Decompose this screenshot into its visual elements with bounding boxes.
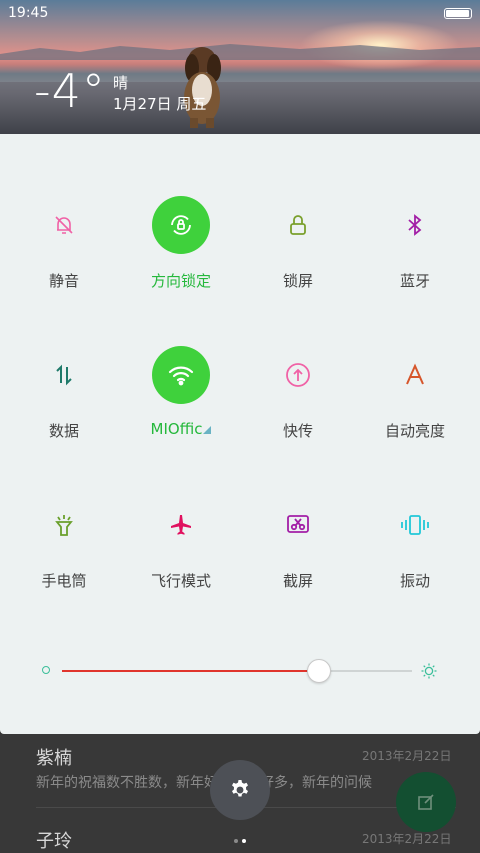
- gear-icon: [232, 780, 248, 797]
- weather-date: 1月27日 周五: [113, 95, 207, 113]
- toggle-label: 快传: [282, 422, 313, 440]
- dog-image: [184, 47, 221, 128]
- toggle-label: MIOffic: [121, 420, 241, 438]
- temperature: -4°: [34, 64, 106, 118]
- toggle-wifi[interactable]: MIOffic: [121, 334, 241, 454]
- toggle-airplane-mode[interactable]: 飞行模式: [121, 484, 241, 604]
- toggle-data[interactable]: 数据: [4, 334, 124, 454]
- rotation-lock-icon: [152, 196, 210, 254]
- bell-mute-icon: [35, 196, 93, 254]
- note-date: 2013年2月22日: [362, 749, 452, 763]
- edit-icon: [418, 794, 434, 810]
- toggle-label: 方向锁定: [150, 272, 211, 290]
- data-arrows-icon: [35, 346, 93, 404]
- auto-brightness-icon: [386, 346, 444, 404]
- note-title: 子玲: [36, 831, 72, 852]
- brightness-track[interactable]: [62, 659, 412, 683]
- toggle-label: 锁屏: [282, 272, 313, 290]
- battery-icon: [444, 8, 472, 19]
- settings-button[interactable]: [210, 760, 270, 820]
- brightness-low-icon: [42, 666, 50, 674]
- airplane-icon: [152, 496, 210, 554]
- vibrate-icon: [386, 496, 444, 554]
- toggle-bluetooth[interactable]: 蓝牙: [355, 184, 475, 304]
- mountains-silhouette: [0, 44, 480, 60]
- quick-settings-panel: 静音 方向锁定 锁屏 蓝牙 数据 MIOffic 快传 自动亮度 手电筒 飞行模…: [0, 134, 480, 734]
- toggle-screenshot[interactable]: 截屏: [238, 484, 358, 604]
- battery-level: [446, 10, 469, 17]
- screenshot-scissors-icon: [269, 496, 327, 554]
- toggle-rotation-lock[interactable]: 方向锁定: [121, 184, 241, 304]
- wifi-icon: [152, 346, 210, 404]
- new-note-button: [396, 772, 456, 832]
- page-dot: [234, 839, 238, 843]
- note-date: 2013年2月22日: [362, 832, 452, 846]
- page-dot-active: [242, 839, 246, 843]
- toggle-label: 自动亮度: [384, 422, 445, 440]
- flashlight-icon: [35, 496, 93, 554]
- status-bar: 19:45: [0, 0, 480, 28]
- toggle-auto-brightness[interactable]: 自动亮度: [355, 334, 475, 454]
- toggle-label: 截屏: [282, 572, 313, 590]
- brightness-progress: [62, 670, 318, 672]
- upload-circle-icon: [269, 346, 327, 404]
- toggle-silent[interactable]: 静音: [4, 184, 124, 304]
- page-indicator: [232, 828, 248, 847]
- brightness-slider[interactable]: [40, 659, 440, 683]
- toggle-label: 振动: [399, 572, 430, 590]
- toggle-lock-screen[interactable]: 锁屏: [238, 184, 358, 304]
- list-item: 子玲 2013年2月22日: [36, 827, 451, 853]
- toggle-label: 手电筒: [41, 572, 87, 590]
- lock-icon: [269, 196, 327, 254]
- toggle-quick-transfer[interactable]: 快传: [238, 334, 358, 454]
- toggle-label: 蓝牙: [399, 272, 430, 290]
- wifi-network-name: MIOffic: [150, 420, 203, 438]
- toggle-label: 飞行模式: [150, 572, 211, 590]
- bluetooth-icon: [386, 196, 444, 254]
- brightness-high-icon: [421, 663, 437, 679]
- weather-condition: 晴: [113, 74, 129, 92]
- toggle-flashlight[interactable]: 手电筒: [4, 484, 124, 604]
- status-time: 19:45: [8, 5, 49, 21]
- expand-triangle-icon: [203, 426, 212, 434]
- toggle-label: 数据: [48, 422, 79, 440]
- toggle-vibrate[interactable]: 振动: [355, 484, 475, 604]
- toggle-label: 静音: [48, 272, 79, 290]
- brightness-thumb[interactable]: [306, 659, 331, 683]
